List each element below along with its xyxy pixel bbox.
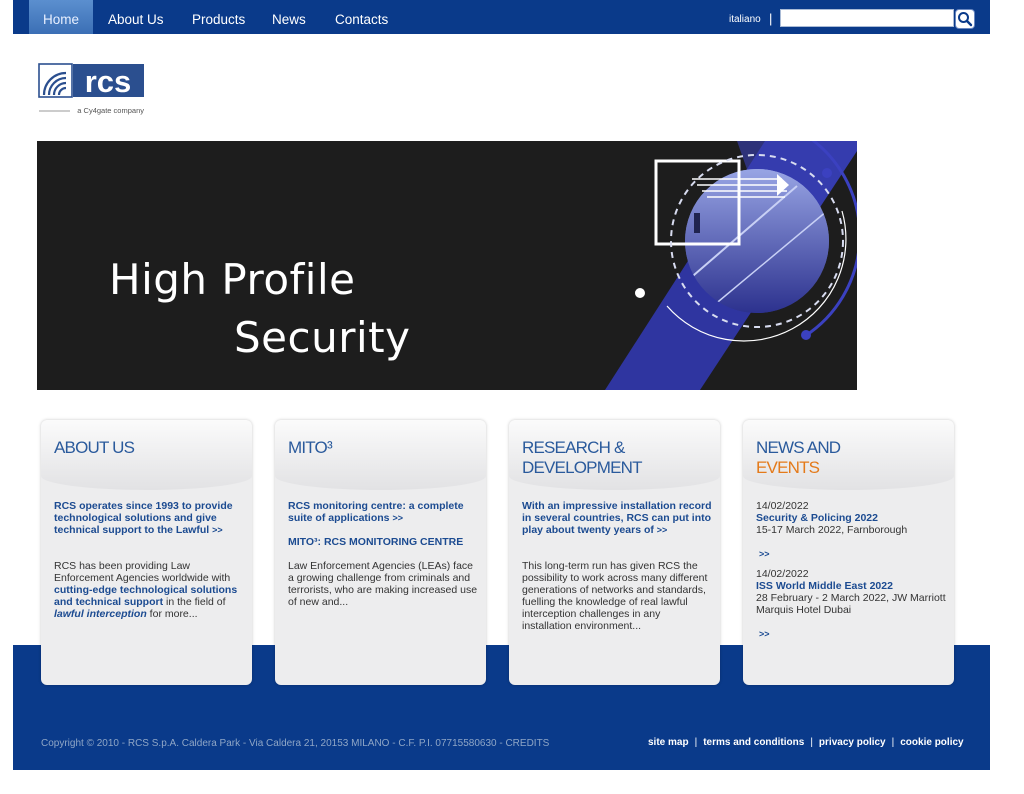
about-text-part1: RCS has been providing Law Enforcement A… <box>54 560 231 584</box>
card-text: This long-term run has given RCS the pos… <box>522 560 708 632</box>
search-icon <box>958 12 973 27</box>
logo-brand-text: rcs <box>85 64 132 99</box>
news-event-item: 14/02/2022 ISS World Middle East 2022 28… <box>756 568 946 640</box>
event-title-link[interactable]: ISS World Middle East 2022 <box>756 580 946 592</box>
hero-banner: High Profile Security <box>37 141 857 390</box>
hero-headline-line2: Security <box>234 313 411 362</box>
language-separator: | <box>769 11 773 26</box>
card-research-development: RESEARCH & DEVELOPMENT With an impressiv… <box>509 420 720 685</box>
card-text: RCS has been providing Law Enforcement A… <box>54 560 244 620</box>
mito-more-link[interactable]: >> <box>392 513 403 523</box>
event-date: 14/02/2022 <box>756 500 809 512</box>
card-lead: RCS operates since 1993 to provide techn… <box>54 500 244 536</box>
footer-link-terms[interactable]: terms and conditions <box>703 737 804 748</box>
nav-news[interactable]: News <box>272 0 306 34</box>
footer-link-privacy[interactable]: privacy policy <box>819 737 886 748</box>
event-detail: 28 February - 2 March 2022, JW Marriott … <box>756 592 946 616</box>
research-lead-link[interactable]: With an impressive installation record i… <box>522 500 712 536</box>
card-title-line1: RESEARCH & <box>522 438 625 457</box>
top-nav-bar: Home About Us Products News Contacts ita… <box>13 0 990 34</box>
about-more-link[interactable]: >> <box>212 525 223 535</box>
event-more-link[interactable]: >> <box>759 628 946 640</box>
mito-lead-link[interactable]: RCS monitoring centre: a complete suite … <box>288 500 464 524</box>
card-title-line1: NEWS AND <box>756 438 841 457</box>
footer-separator: | <box>891 737 895 748</box>
about-text-part2: in the field of <box>163 596 226 608</box>
card-lead: With an impressive installation record i… <box>522 500 712 536</box>
card-title-line2: EVENTS <box>756 458 820 477</box>
event-more-link[interactable]: >> <box>759 548 946 560</box>
card-title: MITO³ <box>288 438 333 457</box>
footer-links: site map | terms and conditions | privacy po… <box>648 737 964 748</box>
card-mito: MITO³ RCS monitoring centre: a complete … <box>275 420 486 685</box>
nav-contacts[interactable]: Contacts <box>335 0 388 34</box>
footer-copyright: Copyright © 2010 - RCS S.p.A. Caldera Pa… <box>41 738 550 749</box>
card-text: Law Enforcement Agencies (LEAs) face a g… <box>288 560 478 608</box>
footer-link-cookie[interactable]: cookie policy <box>900 737 963 748</box>
logo-tagline: a Cy4gate company <box>77 106 144 115</box>
footer-separator: | <box>810 737 813 748</box>
footer-separator: | <box>694 737 698 748</box>
rcs-logo[interactable]: rcs a Cy4gate company <box>38 63 146 117</box>
event-date: 14/02/2022 <box>756 568 809 580</box>
card-news-events: NEWS AND EVENTS 14/02/2022 Security & Po… <box>743 420 954 685</box>
search-input[interactable] <box>780 9 954 27</box>
event-title-link[interactable]: Security & Policing 2022 <box>756 512 946 524</box>
about-emphasis-link[interactable]: lawful interception <box>54 608 147 620</box>
research-more-link[interactable]: >> <box>657 525 668 535</box>
rcs-logo-graphic: rcs a Cy4gate company <box>38 63 144 115</box>
card-about-us: ABOUT US RCS operates since 1993 to prov… <box>41 420 252 685</box>
card-lead: RCS monitoring centre: a complete suite … <box>288 500 478 524</box>
card-subheading: MITO³: RCS MONITORING CENTRE <box>288 536 478 548</box>
event-detail: 15-17 March 2022, Farnborough <box>756 524 908 536</box>
search-button[interactable] <box>955 9 975 29</box>
language-link-italiano[interactable]: italiano <box>729 14 761 25</box>
mito-subheading-link[interactable]: MITO³: RCS MONITORING CENTRE <box>288 536 463 548</box>
nav-home[interactable]: Home <box>29 0 93 34</box>
news-event-item: 14/02/2022 Security & Policing 2022 15-1… <box>756 500 946 560</box>
card-title-line2: DEVELOPMENT <box>522 458 642 477</box>
footer-link-site-map[interactable]: site map <box>648 737 689 748</box>
card-title: NEWS AND EVENTS <box>756 438 946 478</box>
nav-about-us[interactable]: About Us <box>108 0 164 34</box>
card-title: RESEARCH & DEVELOPMENT <box>522 438 712 478</box>
about-text-part3: for more... <box>146 608 198 620</box>
hero-headline-line1: High Profile <box>109 255 356 304</box>
about-lead-link[interactable]: RCS operates since 1993 to provide techn… <box>54 500 233 536</box>
nav-products[interactable]: Products <box>192 0 245 34</box>
card-title: ABOUT US <box>54 438 135 457</box>
